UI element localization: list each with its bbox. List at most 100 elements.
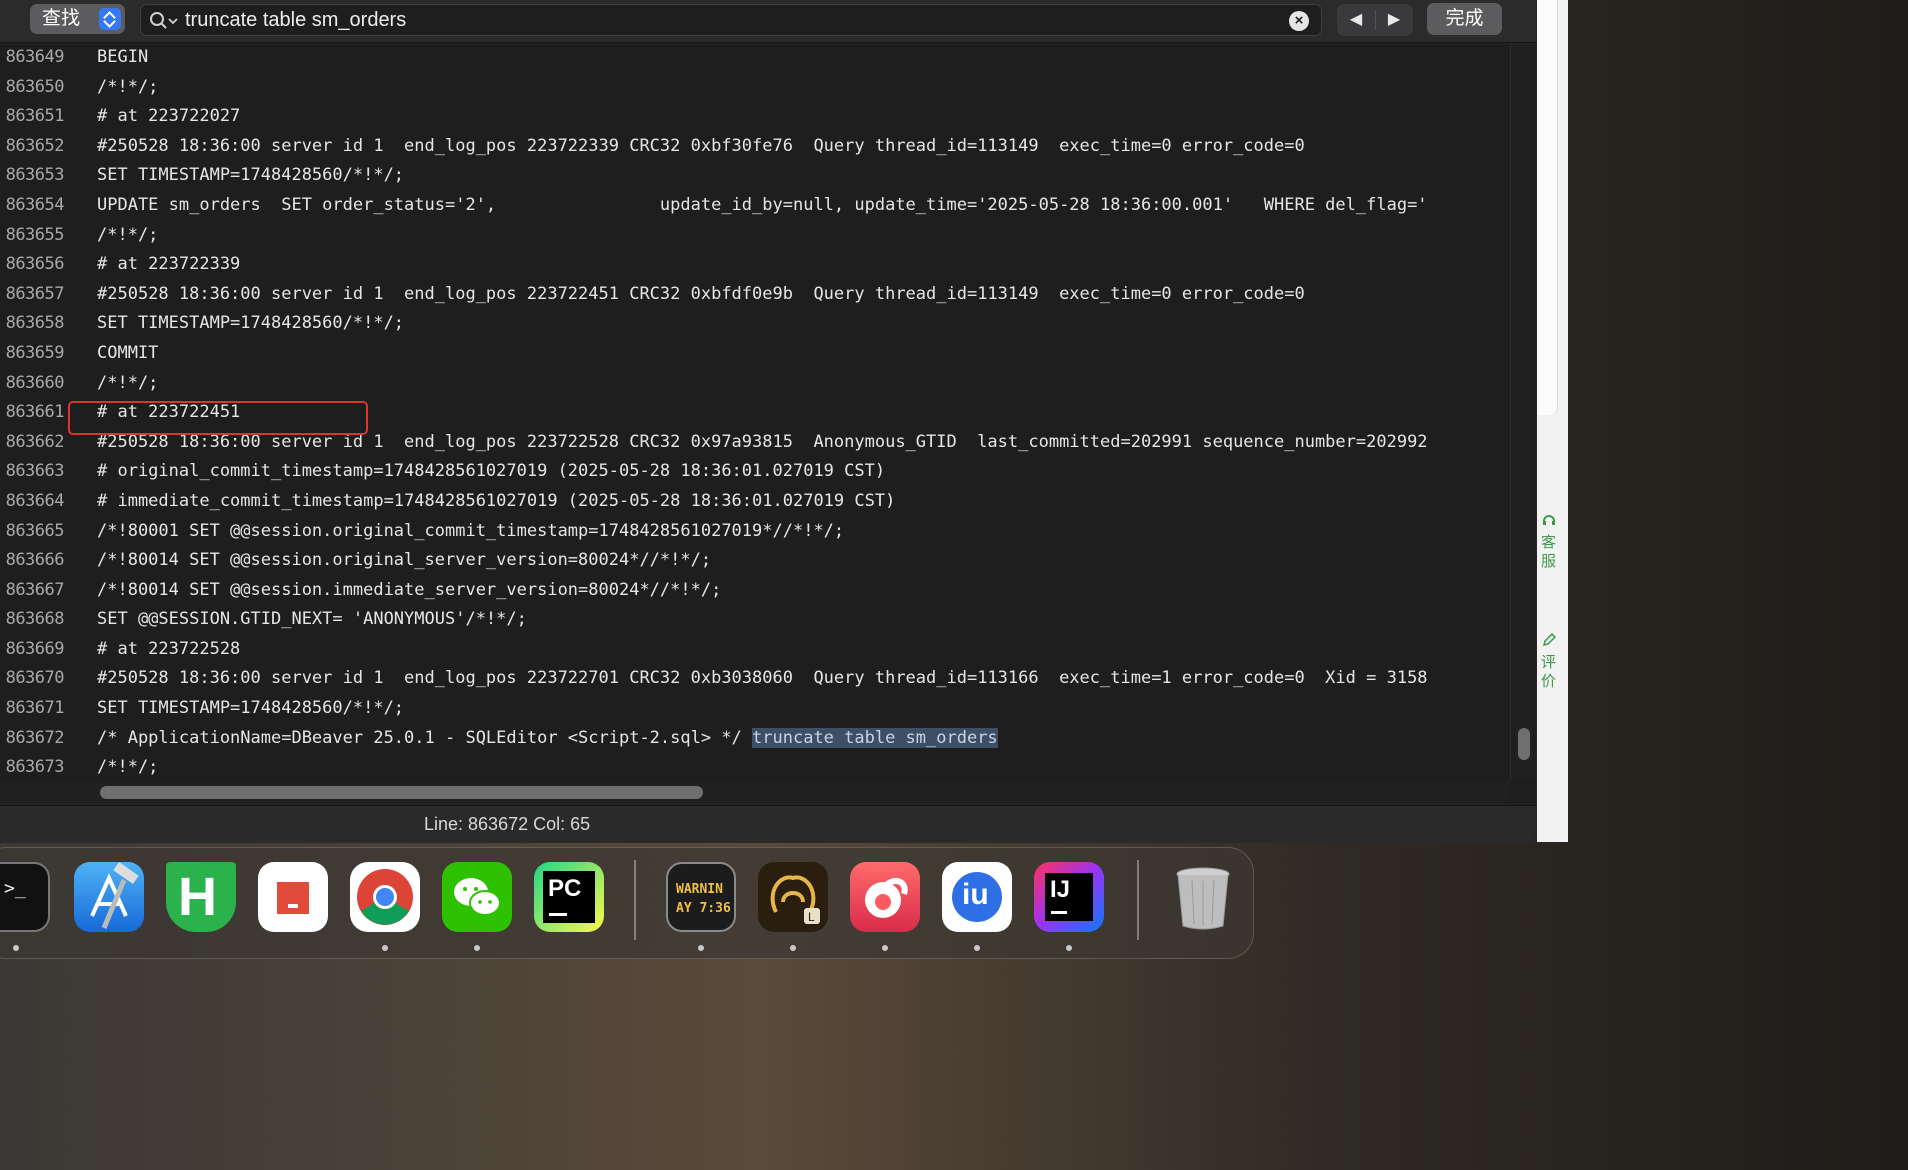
editor-line[interactable]: 863650 /*!*/; <box>0 73 1510 103</box>
line-code[interactable]: /*!*/; <box>97 73 158 103</box>
rabbit-app-icon[interactable] <box>850 862 920 932</box>
trash-icon[interactable] <box>1168 862 1238 932</box>
line-code[interactable]: #250528 18:36:00 server id 1 end_log_pos… <box>97 132 1305 162</box>
review-label[interactable]: 评价 <box>1541 632 1557 691</box>
vertical-scroll-thumb[interactable] <box>1518 728 1530 760</box>
pycharm-icon[interactable]: PC <box>534 862 604 932</box>
line-code[interactable]: BEGIN <box>97 43 148 73</box>
intellij-icon[interactable]: IJ <box>1034 862 1104 932</box>
line-code[interactable]: /*!80001 SET @@session.original_commit_t… <box>97 517 844 547</box>
line-number: 863662 <box>5 431 65 452</box>
wechat-icon[interactable] <box>442 862 512 932</box>
editor-line[interactable]: 863655 /*!*/; <box>0 221 1510 251</box>
line-code[interactable]: SET TIMESTAMP=1748428560/*!*/; <box>97 694 404 724</box>
dock-divider <box>1137 860 1139 940</box>
editor-line[interactable]: 863658 SET TIMESTAMP=1748428560/*!*/; <box>0 309 1510 339</box>
search-icon[interactable] <box>149 11 179 31</box>
editor-line[interactable]: 863673 /*!*/; <box>0 753 1510 780</box>
next-match-button[interactable]: ▶ <box>1375 4 1413 36</box>
chrome-logo-icon <box>357 869 413 925</box>
line-number: 863663 <box>5 461 65 482</box>
line-code[interactable]: # original_commit_timestamp=174842856102… <box>97 457 885 487</box>
iu-logo-icon: iu <box>952 872 1002 922</box>
code-text: SET TIMESTAMP=1748428560/*!*/; <box>97 313 405 334</box>
customer-service-label[interactable]: 客服 <box>1541 512 1557 571</box>
editor-line[interactable]: 863653 SET TIMESTAMP=1748428560/*!*/; <box>0 161 1510 191</box>
line-code[interactable]: /*!*/; <box>97 221 158 251</box>
iu-app-icon[interactable]: iu <box>942 862 1012 932</box>
line-code[interactable]: /*!80014 SET @@session.original_server_v… <box>97 546 711 576</box>
line-code[interactable]: /*!80014 SET @@session.immediate_server_… <box>97 576 721 606</box>
line-code[interactable]: #250528 18:36:00 server id 1 end_log_pos… <box>97 664 1428 694</box>
clear-icon[interactable]: × <box>1289 11 1309 31</box>
line-code[interactable]: /*!*/; <box>97 753 158 780</box>
intellij-icon-text: IJ <box>1050 876 1071 903</box>
sequel-ace-icon[interactable]: L <box>758 862 828 932</box>
annotation-highlight-box <box>68 401 368 435</box>
code-text: /*!*/; <box>97 372 159 393</box>
line-code[interactable]: /* ApplicationName=DBeaver 25.0.1 - SQLE… <box>97 724 998 754</box>
line-number: 863668 <box>5 609 65 630</box>
code-text: /*!*/; <box>97 76 159 97</box>
red-app-icon[interactable] <box>258 862 328 932</box>
code-text: SET TIMESTAMP=1748428560/*!*/; <box>97 698 405 719</box>
editor-line[interactable]: 863668 SET @@SESSION.GTID_NEXT= 'ANONYMOU… <box>0 605 1510 635</box>
hbuilder-icon[interactable]: H <box>166 862 236 932</box>
previous-match-button[interactable]: ◀ <box>1337 4 1375 36</box>
editor-line[interactable]: 863652 #250528 18:36:00 server id 1 end_l… <box>0 132 1510 162</box>
editor-line[interactable]: 863659 COMMIT <box>0 339 1510 369</box>
horizontal-scroll-thumb[interactable] <box>100 786 703 799</box>
code-text: /*!80014 SET @@session.original_server_v… <box>97 550 712 571</box>
line-code[interactable]: SET TIMESTAMP=1748428560/*!*/; <box>97 309 404 339</box>
dock-divider <box>634 860 636 940</box>
editor-line[interactable]: 863670 #250528 18:36:00 server id 1 end_l… <box>0 664 1510 694</box>
customer-service-text: 客服 <box>1541 534 1557 570</box>
editor-line[interactable]: 863651 # at 223722027 <box>0 102 1510 132</box>
intellij-underline <box>1051 911 1067 914</box>
hammer-icon <box>90 862 139 929</box>
edit-icon <box>1542 632 1557 647</box>
find-mode-select[interactable]: 查找 <box>30 4 125 34</box>
review-text: 评价 <box>1541 654 1557 690</box>
editor-line[interactable]: 863666 /*!80014 SET @@session.original_se… <box>0 546 1510 576</box>
find-nav-group: ◀ ▶ <box>1337 4 1413 36</box>
line-number: 863650 <box>5 76 65 97</box>
editor-line[interactable]: 863672 /* ApplicationName=DBeaver 25.0.1 … <box>0 724 1510 754</box>
code-text: /*!80001 SET @@session.original_commit_t… <box>97 520 845 541</box>
editor-line[interactable]: 863656 # at 223722339 <box>0 250 1510 280</box>
terminal-icon[interactable]: >_ <box>0 862 50 932</box>
line-code[interactable]: UPDATE sm_orders SET order_status='2', u… <box>97 191 1428 221</box>
editor-line[interactable]: 863660 /*!*/; <box>0 369 1510 399</box>
editor-line[interactable]: 863663 # original_commit_timestamp=174842… <box>0 457 1510 487</box>
editor-line[interactable]: 863671 SET TIMESTAMP=1748428560/*!*/; <box>0 694 1510 724</box>
line-code[interactable]: # immediate_commit_timestamp=17484285610… <box>97 487 895 517</box>
editor-line[interactable]: 863649 BEGIN <box>0 43 1510 73</box>
line-code[interactable]: /*!*/; <box>97 369 158 399</box>
line-code[interactable]: SET @@SESSION.GTID_NEXT= 'ANONYMOUS'/*!*… <box>97 605 527 635</box>
code-text: /*!*/; <box>97 757 159 778</box>
console-icon[interactable]: WARNIN AY 7:36 <box>666 862 736 932</box>
editor-line[interactable]: 863667 /*!80014 SET @@session.immediate_s… <box>0 576 1510 606</box>
search-input[interactable] <box>185 5 1275 35</box>
line-code[interactable]: #250528 18:36:00 server id 1 end_log_pos… <box>97 280 1305 310</box>
editor-line[interactable]: 863654 UPDATE sm_orders SET order_status=… <box>0 191 1510 221</box>
line-code[interactable]: # at 223722528 <box>97 635 240 665</box>
line-number: 863658 <box>5 313 65 334</box>
line-number: 863661 <box>5 402 65 423</box>
done-button[interactable]: 完成 <box>1427 3 1502 35</box>
editor-line[interactable]: 863669 # at 223722528 <box>0 635 1510 665</box>
editor-line[interactable]: 863664 # immediate_commit_timestamp=17484… <box>0 487 1510 517</box>
terminal-icon-text: >_ <box>4 878 26 899</box>
vertical-scrollbar[interactable] <box>1510 43 1536 780</box>
line-code[interactable]: # at 223722339 <box>97 250 240 280</box>
text-editor[interactable]: 863649 BEGIN 863650 /*!*/; 863651 # at 223722… <box>0 43 1536 805</box>
horizontal-scrollbar[interactable] <box>0 780 1510 805</box>
line-code[interactable]: # at 223722027 <box>97 102 240 132</box>
line-code[interactable]: SET TIMESTAMP=1748428560/*!*/; <box>97 161 404 191</box>
editor-line[interactable]: 863665 /*!80001 SET @@session.original_co… <box>0 517 1510 547</box>
xcode-icon[interactable] <box>74 862 144 932</box>
chrome-icon[interactable] <box>350 862 420 932</box>
line-code[interactable]: COMMIT <box>97 339 158 369</box>
editor-line[interactable]: 863657 #250528 18:36:00 server id 1 end_l… <box>0 280 1510 310</box>
search-match-highlight: truncate table sm_orders <box>752 727 998 748</box>
